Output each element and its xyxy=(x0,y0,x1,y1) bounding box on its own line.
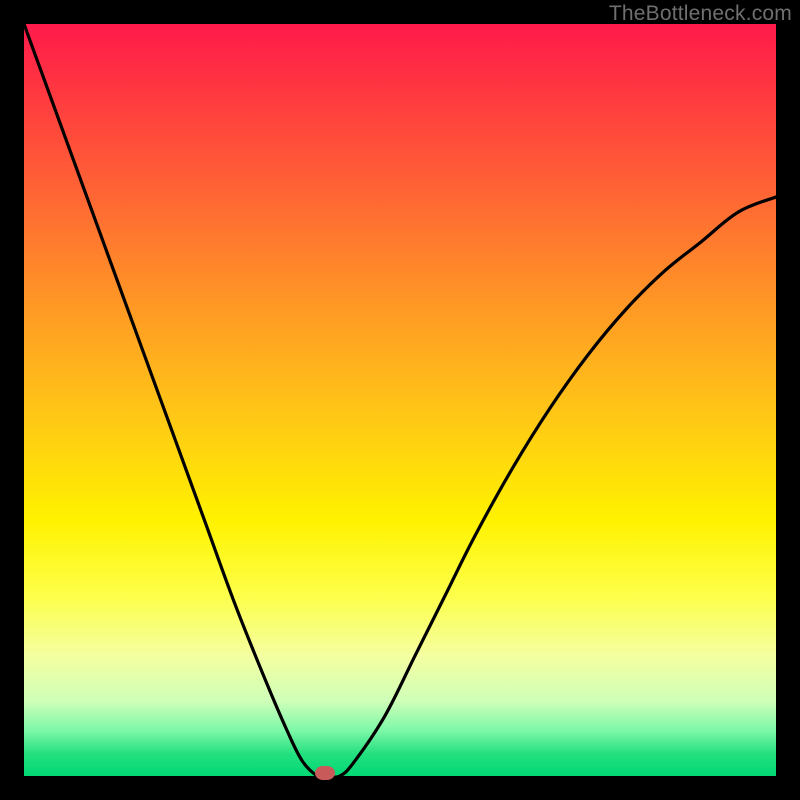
chart-frame: TheBottleneck.com xyxy=(0,0,800,800)
watermark-text: TheBottleneck.com xyxy=(609,2,792,26)
bottleneck-curve xyxy=(24,24,776,776)
plot-area xyxy=(24,24,776,776)
optimal-point-marker xyxy=(315,766,335,780)
